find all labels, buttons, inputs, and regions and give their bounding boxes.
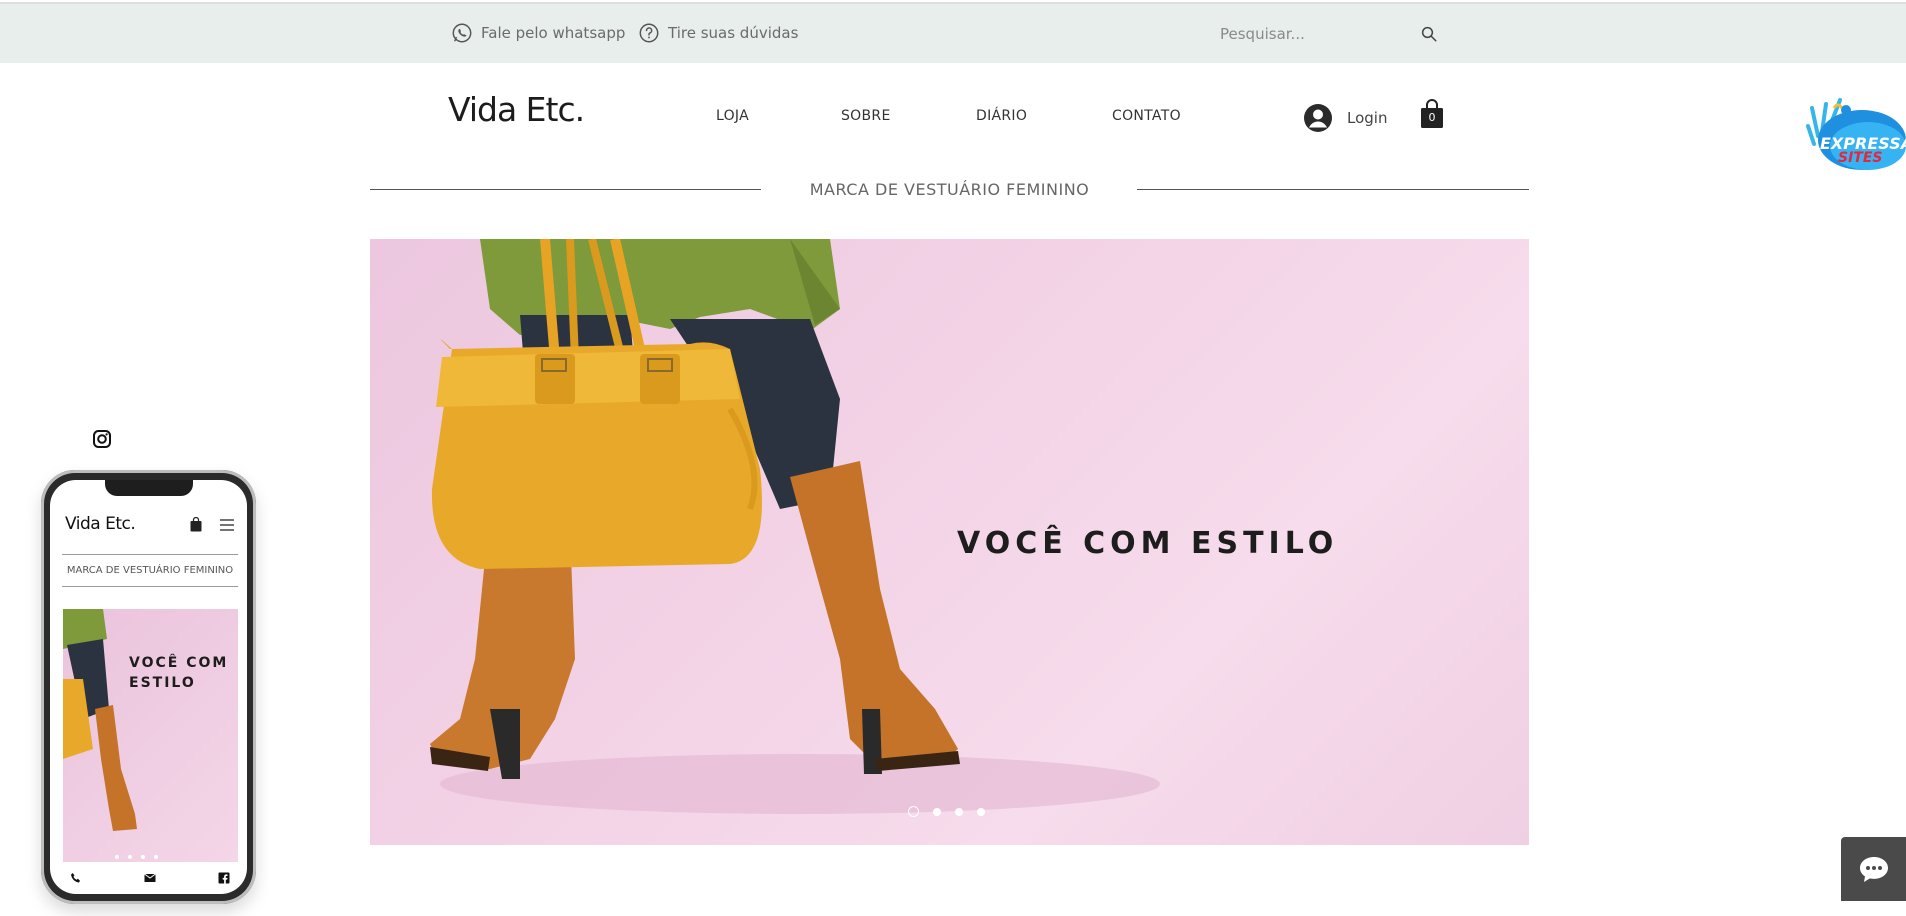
phone-icon xyxy=(71,873,80,883)
badge-line2: SITES xyxy=(1838,150,1883,166)
whatsapp-link[interactable]: Fale pelo whatsapp xyxy=(451,20,625,46)
mobile-slide-dot xyxy=(128,855,132,859)
mail-icon xyxy=(144,873,156,882)
mobile-cart-icon xyxy=(190,517,202,532)
search-icon[interactable] xyxy=(1420,25,1438,43)
slide-dot-3[interactable] xyxy=(955,807,963,816)
tagline-row: MARCA DE VESTUÁRIO FEMININO xyxy=(370,178,1529,202)
cart-count: 0 xyxy=(1428,111,1436,124)
faq-link[interactable]: Tire suas dúvidas xyxy=(638,20,798,46)
chat-button[interactable] xyxy=(1841,837,1906,901)
mobile-hero-title: VOCÊ COM ESTILO xyxy=(129,653,228,693)
user-avatar-icon xyxy=(1304,104,1332,132)
mobile-screen: Vida Etc. MARCA DE VESTUÁRIO FEMININO VO… xyxy=(50,480,247,894)
login-label: Login xyxy=(1347,109,1388,127)
mobile-footer xyxy=(70,872,230,884)
mobile-divider-top xyxy=(62,554,238,555)
hero-slideshow[interactable]: VOCÊ COM ESTILO xyxy=(370,239,1529,845)
whatsapp-label: Fale pelo whatsapp xyxy=(481,24,626,42)
faq-label: Tire suas dúvidas xyxy=(668,24,799,42)
search-box xyxy=(1218,18,1438,50)
mobile-slide-dot xyxy=(115,855,119,859)
whatsapp-icon xyxy=(452,23,472,43)
mobile-hero-title-line2: ESTILO xyxy=(129,675,196,691)
cart-button[interactable]: 0 xyxy=(1419,99,1445,129)
question-icon xyxy=(639,23,659,43)
nav-item-contato[interactable]: CONTATO xyxy=(1112,108,1181,124)
hero-image xyxy=(430,239,1160,814)
instagram-icon[interactable] xyxy=(92,429,112,449)
hero-title: VOCÊ COM ESTILO xyxy=(957,526,1339,561)
slide-indicators xyxy=(908,806,985,817)
login-button[interactable]: Login xyxy=(1303,103,1387,133)
slide-dot-4[interactable] xyxy=(977,807,985,816)
mobile-hero: VOCÊ COM ESTILO xyxy=(63,609,238,862)
mobile-slide-indicators xyxy=(115,855,158,859)
mobile-slide-dot xyxy=(154,855,158,859)
mobile-divider-bottom xyxy=(62,586,238,587)
nav-item-sobre[interactable]: SOBRE xyxy=(841,108,891,124)
site-logo[interactable]: Vida Etc. xyxy=(448,90,585,129)
nav-item-diario[interactable]: DIÁRIO xyxy=(976,108,1027,124)
mobile-slide-dot xyxy=(141,855,145,859)
mobile-menu-icon xyxy=(220,519,234,531)
mobile-hero-image xyxy=(63,609,137,831)
slide-dot-2[interactable] xyxy=(933,807,941,816)
top-bar: Fale pelo whatsapp Tire suas dúvidas xyxy=(0,2,1906,63)
mobile-logo: Vida Etc. xyxy=(65,514,136,534)
nav-item-loja[interactable]: LOJA xyxy=(716,108,749,124)
slide-dot-1[interactable] xyxy=(908,806,919,817)
phone-notch xyxy=(105,480,193,496)
facebook-icon xyxy=(218,872,230,884)
mobile-preview[interactable]: Vida Etc. MARCA DE VESTUÁRIO FEMININO VO… xyxy=(41,470,256,904)
chat-bubble-icon xyxy=(1859,857,1888,882)
mobile-tagline: MARCA DE VESTUÁRIO FEMININO xyxy=(66,565,234,576)
tagline: MARCA DE VESTUÁRIO FEMININO xyxy=(809,180,1090,199)
mobile-hero-title-line1: VOCÊ COM xyxy=(129,655,229,671)
search-input[interactable] xyxy=(1218,24,1392,44)
expressa-sites-badge[interactable]: EXPRESSÃ SITES xyxy=(1806,96,1906,178)
